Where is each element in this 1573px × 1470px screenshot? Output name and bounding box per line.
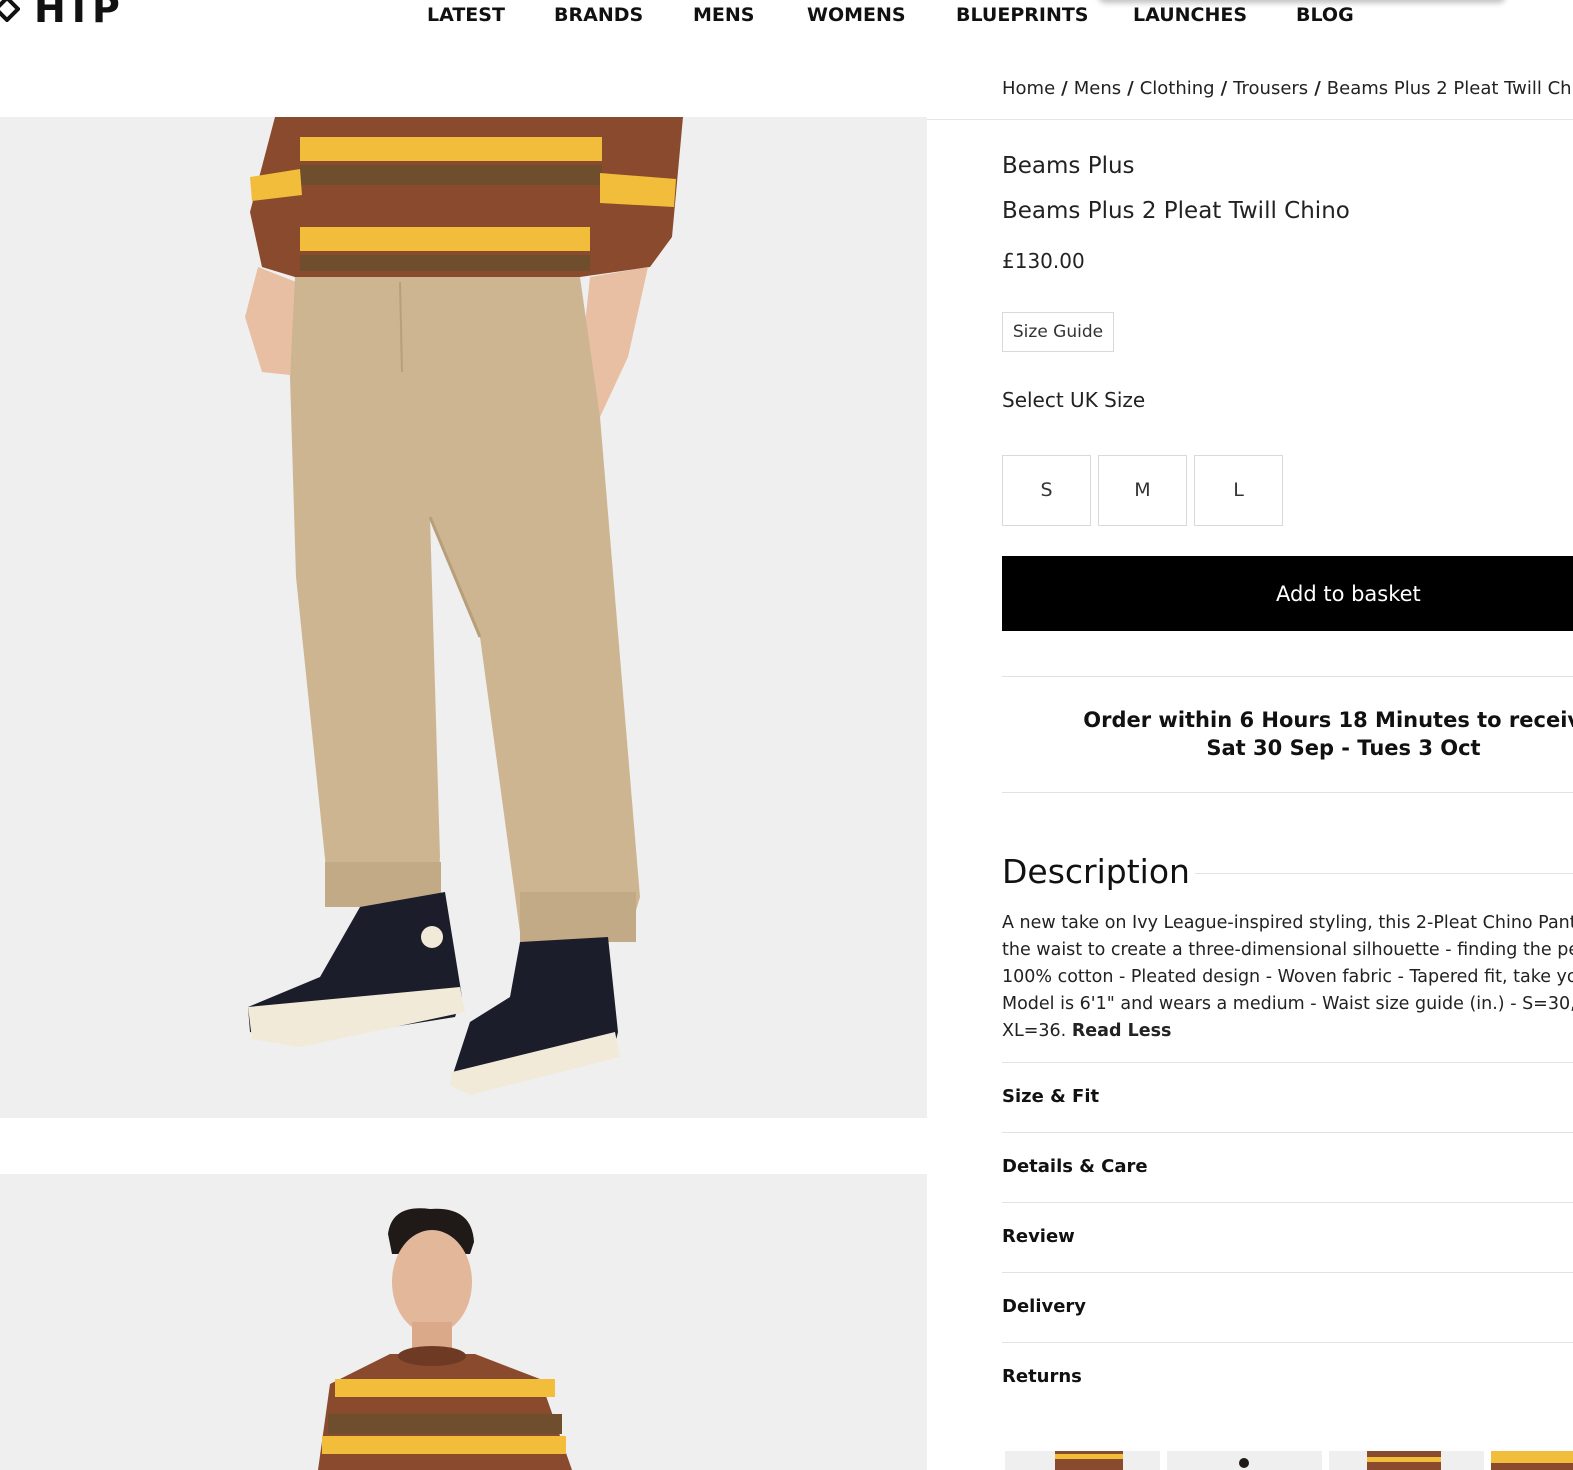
description-line: 100% cotton - Pleated design - Woven fab… <box>1002 967 1573 987</box>
accordion-review[interactable]: Review <box>1002 1226 1075 1247</box>
divider <box>1002 1132 1573 1133</box>
select-size-label: Select UK Size <box>1002 388 1146 412</box>
breadcrumb-separator: / <box>1314 78 1321 99</box>
product-title: Beams Plus 2 Pleat Twill Chino <box>1002 198 1350 224</box>
main-nav: LATEST BRANDS MENS WOMENS BLUEPRINTS LAU… <box>0 4 1573 30</box>
breadcrumb-current[interactable]: Beams Plus 2 Pleat Twill Chino <box>1327 78 1573 99</box>
related-product-thumb[interactable] <box>1491 1451 1573 1470</box>
description-line: Model is 6'1" and wears a medium - Waist… <box>1002 994 1573 1014</box>
delivery-estimate: Order within 6 Hours 18 Minutes to recei… <box>1002 706 1573 762</box>
description-heading: Description <box>1002 852 1190 891</box>
divider <box>1002 1062 1573 1063</box>
delivery-countdown: Order within 6 Hours 18 Minutes to recei… <box>1083 708 1573 732</box>
divider <box>1002 676 1573 677</box>
breadcrumb-separator: / <box>1061 78 1068 99</box>
breadcrumb-separator: / <box>1127 78 1134 99</box>
breadcrumb-home[interactable]: Home <box>1002 78 1055 99</box>
nav-blueprints[interactable]: BLUEPRINTS <box>956 4 1089 26</box>
thumb-sweater-image <box>1367 1451 1441 1470</box>
nav-launches[interactable]: LAUNCHES <box>1133 4 1247 26</box>
size-guide-button[interactable]: Size Guide <box>1002 312 1114 352</box>
related-product-thumb[interactable] <box>1329 1451 1484 1470</box>
product-brand[interactable]: Beams Plus <box>1002 153 1135 179</box>
product-image-secondary[interactable] <box>0 1174 927 1470</box>
breadcrumb-clothing[interactable]: Clothing <box>1140 78 1215 99</box>
thumb-sweater-image <box>1055 1451 1123 1470</box>
nav-womens[interactable]: WOMENS <box>807 4 906 26</box>
description-line: XL=36. <box>1002 1021 1067 1041</box>
divider <box>1002 1342 1573 1343</box>
product-image-main[interactable] <box>0 117 927 1118</box>
description-heading-rule <box>1195 873 1573 874</box>
nav-latest[interactable]: LATEST <box>427 4 505 26</box>
nav-mens[interactable]: MENS <box>693 4 754 26</box>
add-to-basket-button[interactable]: Add to basket <box>1002 556 1573 631</box>
chino-photo-illustration <box>0 117 927 1118</box>
delivery-dates: Sat 30 Sep - Tues 3 Oct <box>1206 736 1481 760</box>
breadcrumb-trousers[interactable]: Trousers <box>1233 78 1308 99</box>
divider <box>1002 1202 1573 1203</box>
accordion-returns[interactable]: Returns <box>1002 1366 1082 1387</box>
nav-brands[interactable]: BRANDS <box>554 4 643 26</box>
accordion-size-fit[interactable]: Size & Fit <box>1002 1086 1099 1107</box>
description-text: A new take on Ivy League-inspired stylin… <box>1002 910 1573 1045</box>
description-line-last: XL=36. Read Less <box>1002 1018 1573 1045</box>
read-less-link[interactable]: Read Less <box>1072 1021 1172 1041</box>
accordion-delivery[interactable]: Delivery <box>1002 1296 1086 1317</box>
breadcrumb: Home / Mens / Clothing / Trousers / Beams Plus 2… <box>1002 78 1573 99</box>
description-line: the waist to create a three-dimensional … <box>1002 940 1573 960</box>
size-option-m[interactable]: M <box>1098 455 1187 526</box>
breadcrumb-divider <box>927 119 1573 120</box>
divider <box>1002 1272 1573 1273</box>
thumb-sweater-image <box>1491 1451 1573 1470</box>
divider <box>1002 792 1573 793</box>
related-product-thumb[interactable] <box>1005 1451 1160 1470</box>
size-option-l[interactable]: L <box>1194 455 1283 526</box>
description-line: A new take on Ivy League-inspired stylin… <box>1002 913 1573 933</box>
related-product-thumb[interactable] <box>1167 1451 1322 1470</box>
product-page: HIP LATEST BRANDS MENS WOMENS BLUEPRINTS… <box>0 0 1573 1470</box>
accordion-details-care[interactable]: Details & Care <box>1002 1156 1148 1177</box>
product-price: £130.00 <box>1002 249 1085 273</box>
thumb-model-image <box>1239 1458 1249 1468</box>
size-option-s[interactable]: S <box>1002 455 1091 526</box>
breadcrumb-mens[interactable]: Mens <box>1074 78 1121 99</box>
model-photo-illustration <box>0 1174 927 1470</box>
nav-blog[interactable]: BLOG <box>1296 4 1354 26</box>
breadcrumb-separator: / <box>1220 78 1228 99</box>
